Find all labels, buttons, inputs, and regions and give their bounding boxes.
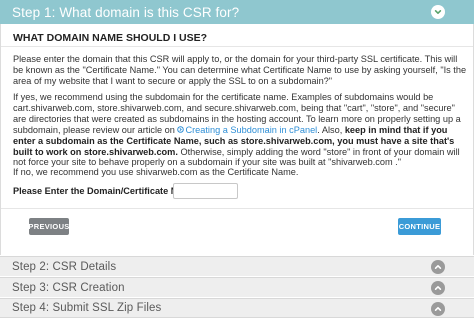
step-4-title: Step 4: Submit SSL Zip Files xyxy=(12,302,162,314)
domain-input[interactable] xyxy=(173,183,238,199)
previous-button[interactable]: PREVIOUS xyxy=(28,218,69,235)
section-title: WHAT DOMAIN NAME SHOULD I USE? xyxy=(13,32,208,44)
step-3-title: Step 3: CSR Creation xyxy=(12,281,125,294)
no-subdomain-paragraph: If no, we recommend you use shivarweb.co… xyxy=(13,167,299,177)
creating-subdomain-link-label: Creating a Subdomain in cPanel xyxy=(185,124,318,135)
step-1-panel: WHAT DOMAIN NAME SHOULD I USE? Please en… xyxy=(0,24,474,255)
creating-subdomain-link[interactable]: Creating a Subdomain in cPanel xyxy=(177,125,317,135)
chevron-down-icon[interactable] xyxy=(431,5,445,19)
subdomain-text-b: . Also, xyxy=(317,124,345,135)
link-icon xyxy=(177,126,185,134)
chevron-up-icon[interactable] xyxy=(431,281,445,295)
step-2-title: Step 2: CSR Details xyxy=(12,260,117,273)
intro-paragraph: Please enter the domain that this CSR wi… xyxy=(13,54,467,86)
step-4-header[interactable]: Step 4: Submit SSL Zip Files xyxy=(0,298,474,318)
step-2-header[interactable]: Step 2: CSR Details xyxy=(0,256,474,276)
domain-field-label: Please Enter the Domain/Certificate Name… xyxy=(13,186,199,196)
step-1-header[interactable]: Step 1: What domain is this CSR for? xyxy=(0,0,474,24)
step-3-header[interactable]: Step 3: CSR Creation xyxy=(0,277,474,297)
step-1-title: Step 1: What domain is this CSR for? xyxy=(12,4,240,20)
continue-button[interactable]: CONTINUE xyxy=(398,218,441,235)
section-divider xyxy=(1,46,473,47)
subdomain-paragraph: If yes, we recommend using the subdomain… xyxy=(13,92,468,168)
chevron-up-icon[interactable] xyxy=(431,302,445,316)
footer-divider xyxy=(1,208,473,209)
chevron-up-icon[interactable] xyxy=(431,260,445,274)
